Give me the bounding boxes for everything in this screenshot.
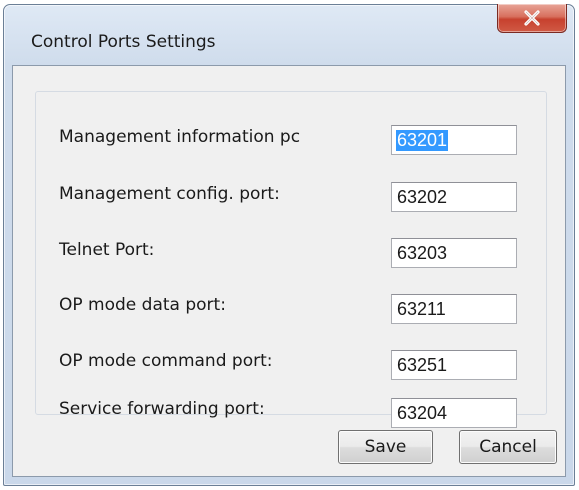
cancel-button[interactable]: Cancel <box>459 430 557 464</box>
page: Control Ports Settings Management inform… <box>0 0 579 490</box>
op-mode-command-port-label: OP mode command port: <box>59 351 273 371</box>
op-mode-data-port-label: OP mode data port: <box>59 295 226 315</box>
service-forwarding-port-input[interactable] <box>391 398 517 428</box>
op-mode-data-port-input[interactable] <box>391 294 517 324</box>
window-title: Control Ports Settings <box>31 32 216 52</box>
telnet-port-label: Telnet Port: <box>59 240 155 260</box>
management-config-port-input[interactable] <box>391 182 517 212</box>
management-info-port-label: Management information pc <box>59 127 301 147</box>
close-button[interactable] <box>497 4 567 33</box>
close-icon <box>524 10 540 26</box>
title-bar[interactable]: Control Ports Settings <box>4 4 574 65</box>
dialog-body: Management information pc 63201 Manageme… <box>12 65 566 477</box>
telnet-port-input[interactable] <box>391 238 517 268</box>
ports-group: Management information pc 63201 Manageme… <box>35 91 547 428</box>
service-forwarding-port-label: Service forwarding port: <box>59 399 265 419</box>
management-info-port-value: 63201 <box>396 130 449 151</box>
dialog-window: Control Ports Settings Management inform… <box>3 4 575 486</box>
management-info-port-input[interactable]: 63201 <box>391 125 517 155</box>
save-button[interactable]: Save <box>338 430 433 464</box>
management-config-port-label: Management config. port: <box>59 184 280 204</box>
op-mode-command-port-input[interactable] <box>391 350 517 380</box>
